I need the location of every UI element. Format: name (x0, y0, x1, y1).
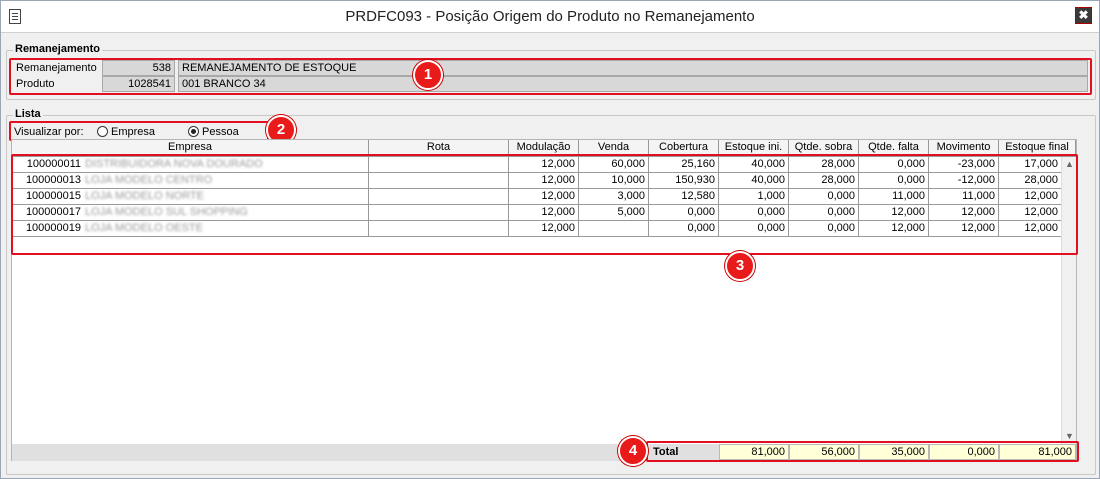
lista-group-label: Lista (13, 108, 43, 120)
dialog-window: PRDFC093 - Posição Origem do Produto no … (0, 0, 1100, 479)
close-button[interactable]: ✖ (1075, 7, 1092, 24)
annotation-badge-4: 4 (618, 436, 648, 466)
title-bar: PRDFC093 - Posição Origem do Produto no … (1, 1, 1099, 33)
window-title: PRDFC093 - Posição Origem do Produto no … (345, 8, 755, 25)
annotation-box-2 (9, 121, 269, 141)
annotation-badge-1: 1 (413, 60, 443, 90)
annotation-badge-3: 3 (725, 251, 755, 281)
annotation-box-3 (11, 154, 1078, 255)
annotation-box-4 (646, 441, 1079, 462)
annotation-box-1 (9, 58, 1092, 95)
remanejamento-group-label: Remanejamento (13, 43, 102, 55)
